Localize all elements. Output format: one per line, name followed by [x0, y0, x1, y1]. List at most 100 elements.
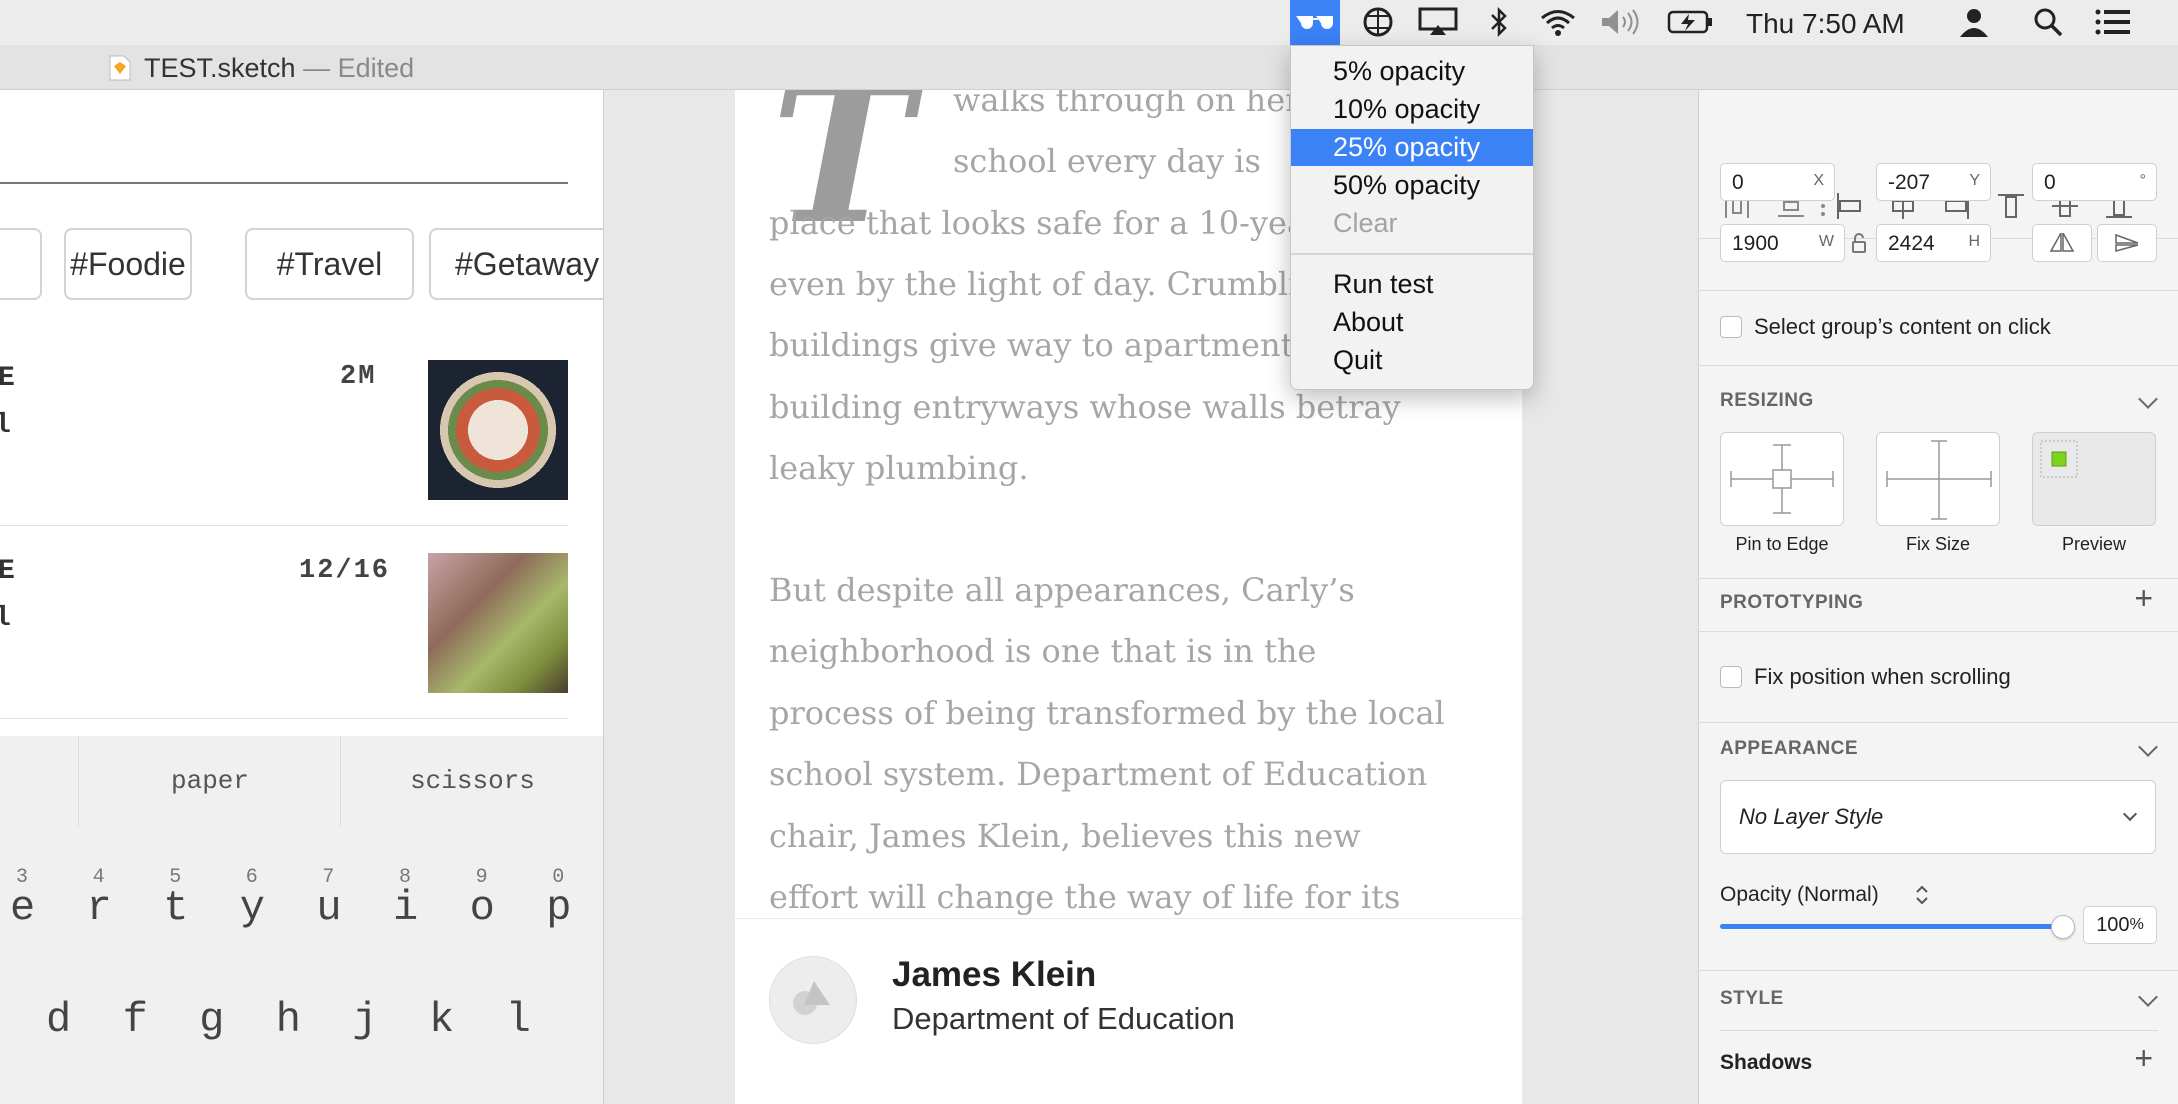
notification-list-icon[interactable] [2094, 4, 2132, 40]
height-field[interactable]: 2424 H [1876, 224, 1991, 262]
opacity-slider-track[interactable] [1720, 915, 2075, 939]
fix-size-label: Fix Size [1905, 534, 1970, 554]
tag-chip[interactable]: #Travel [245, 228, 414, 300]
food-bowl-image[interactable] [428, 360, 568, 500]
rotation-label: ° [2139, 172, 2146, 189]
x-value: 0 [1732, 171, 1744, 194]
feed-divider [0, 525, 568, 526]
tag-chip-partial[interactable] [0, 228, 42, 300]
keyboard-key[interactable]: p [546, 884, 571, 932]
opacity-label: Opacity (Normal) [1720, 883, 1879, 906]
keyboard-key[interactable]: d [46, 996, 71, 1044]
tag-chip[interactable]: #Getaway [429, 228, 603, 300]
shadows-label: Shadows [1720, 1051, 1813, 1074]
blend-mode-stepper-icon[interactable] [1915, 884, 1929, 911]
keyboard-key[interactable]: i [393, 884, 418, 932]
chevron-down-icon[interactable] [2138, 987, 2158, 1007]
fix-size-option[interactable] [1876, 432, 2000, 526]
sketch-file-icon [108, 54, 132, 87]
preview-option[interactable] [2032, 432, 2156, 526]
separator [1699, 970, 2178, 971]
user-icon[interactable] [1956, 4, 1992, 40]
opacity-value: 100 [2096, 913, 2130, 936]
glasses-icon[interactable] [1290, 0, 1340, 45]
produce-image[interactable] [428, 553, 568, 693]
separator [1699, 722, 2178, 723]
keyboard-key[interactable]: l [506, 996, 531, 1044]
y-label: Y [1969, 172, 1980, 189]
keyboard-key[interactable]: j [352, 996, 377, 1044]
flip-horizontal-button[interactable] [2032, 224, 2092, 262]
checkbox[interactable] [1720, 316, 1742, 338]
pin-to-edge-label: Pin to Edge [1735, 534, 1829, 554]
separator [1699, 365, 2178, 366]
tag-chip[interactable]: #Foodie [64, 228, 192, 300]
chevron-down-icon[interactable] [2138, 389, 2158, 409]
style-header: STYLE [1720, 988, 1784, 1009]
fix-position-option[interactable]: Fix position when scrolling [1720, 664, 2011, 690]
article-line: leaky plumbing. [769, 449, 1029, 487]
feed-item-meta: 12/16 [299, 556, 391, 586]
bluetooth-icon[interactable] [1486, 4, 1512, 40]
rotation-value: 0 [2044, 171, 2056, 194]
keyboard-key[interactable]: f [123, 996, 148, 1044]
x-position-field[interactable]: 0X [1720, 163, 1835, 201]
y-position-field[interactable]: -207 Y [1876, 163, 1991, 201]
rotation-field[interactable]: 0 ° [2032, 163, 2157, 201]
feed-item-title: E [0, 363, 15, 394]
align-left-icon[interactable] [1833, 190, 1865, 222]
checkbox[interactable] [1720, 666, 1742, 688]
keyboard-key[interactable]: o [470, 884, 495, 932]
opacity-menu: 5% opacity 10% opacity 25% opacity 50% opac… [1290, 45, 1534, 390]
lock-ratio-icon[interactable] [1851, 232, 1867, 259]
keyboard-key[interactable]: u [316, 884, 341, 932]
menu-item[interactable]: Run test [1291, 266, 1533, 303]
menu-item[interactable]: 10% opacity [1291, 91, 1533, 128]
chevron-down-icon[interactable] [2138, 737, 2158, 757]
menu-separator [1291, 253, 1533, 255]
keyboard-key[interactable]: k [429, 996, 454, 1044]
menu-item[interactable]: About [1291, 304, 1533, 341]
menu-item[interactable]: 5% opacity [1291, 53, 1533, 90]
layer-style-select[interactable]: No Layer Style [1720, 780, 2156, 854]
preview-label: Preview [2061, 534, 2127, 554]
menubar-clock[interactable]: Thu 7:50 AM [1746, 8, 1905, 40]
layer-style-value: No Layer Style [1739, 804, 1884, 829]
menu-item[interactable]: 25% opacity [1291, 129, 1533, 166]
opacity-value-field[interactable]: 100% [2083, 906, 2157, 944]
add-prototyping-icon[interactable]: + [2134, 580, 2153, 617]
keyboard-key[interactable]: g [199, 996, 224, 1044]
spotlight-icon[interactable] [2032, 4, 2064, 40]
width-field[interactable]: 1900 W [1720, 224, 1845, 262]
wifi-icon[interactable] [1536, 4, 1580, 40]
select-group-content-option[interactable]: Select group’s content on click [1720, 314, 2051, 340]
appearance-header: APPEARANCE [1720, 738, 1859, 759]
keyboard-key[interactable]: r [87, 884, 112, 932]
align-top-icon[interactable] [1995, 190, 2027, 222]
separator [1720, 1030, 2158, 1031]
inspector-panel: 0X -207 Y 0 ° 1900 W 2424 H Select group’s c… [1698, 90, 2178, 1104]
battery-icon[interactable] [1666, 4, 1716, 40]
keyboard-key[interactable]: y [240, 884, 265, 932]
chevron-down-icon [2122, 806, 2138, 822]
pin-to-edge-option[interactable] [1720, 432, 1844, 526]
flip-vertical-button[interactable] [2097, 224, 2157, 262]
width-label: W [1818, 233, 1834, 250]
byline-card[interactable]: James Klein Department of Education [735, 918, 1522, 1104]
prototyping-header: PROTOTYPING [1720, 592, 1864, 613]
keyboard-suggestion[interactable]: paper [78, 736, 341, 826]
keyboard-key[interactable]: h [276, 996, 301, 1044]
height-value: 2424 [1888, 232, 1935, 255]
menu-item[interactable]: 50% opacity [1291, 167, 1533, 204]
airplay-icon[interactable] [1416, 4, 1460, 40]
avatar [769, 956, 857, 1044]
keyboard-suggestion[interactable]: scissors [340, 736, 603, 826]
keyboard-key[interactable]: e [10, 884, 35, 932]
keyboard-key[interactable]: t [163, 884, 188, 932]
add-shadow-icon[interactable]: + [2134, 1040, 2153, 1077]
opacity-slider-knob[interactable] [2051, 915, 2075, 939]
left-artboard[interactable]: #Foodie #Travel #Getaway E 2M l E 12/16 … [0, 90, 604, 1104]
volume-icon[interactable] [1598, 4, 1642, 40]
globe-icon[interactable] [1360, 4, 1396, 40]
menu-item[interactable]: Quit [1291, 342, 1533, 379]
